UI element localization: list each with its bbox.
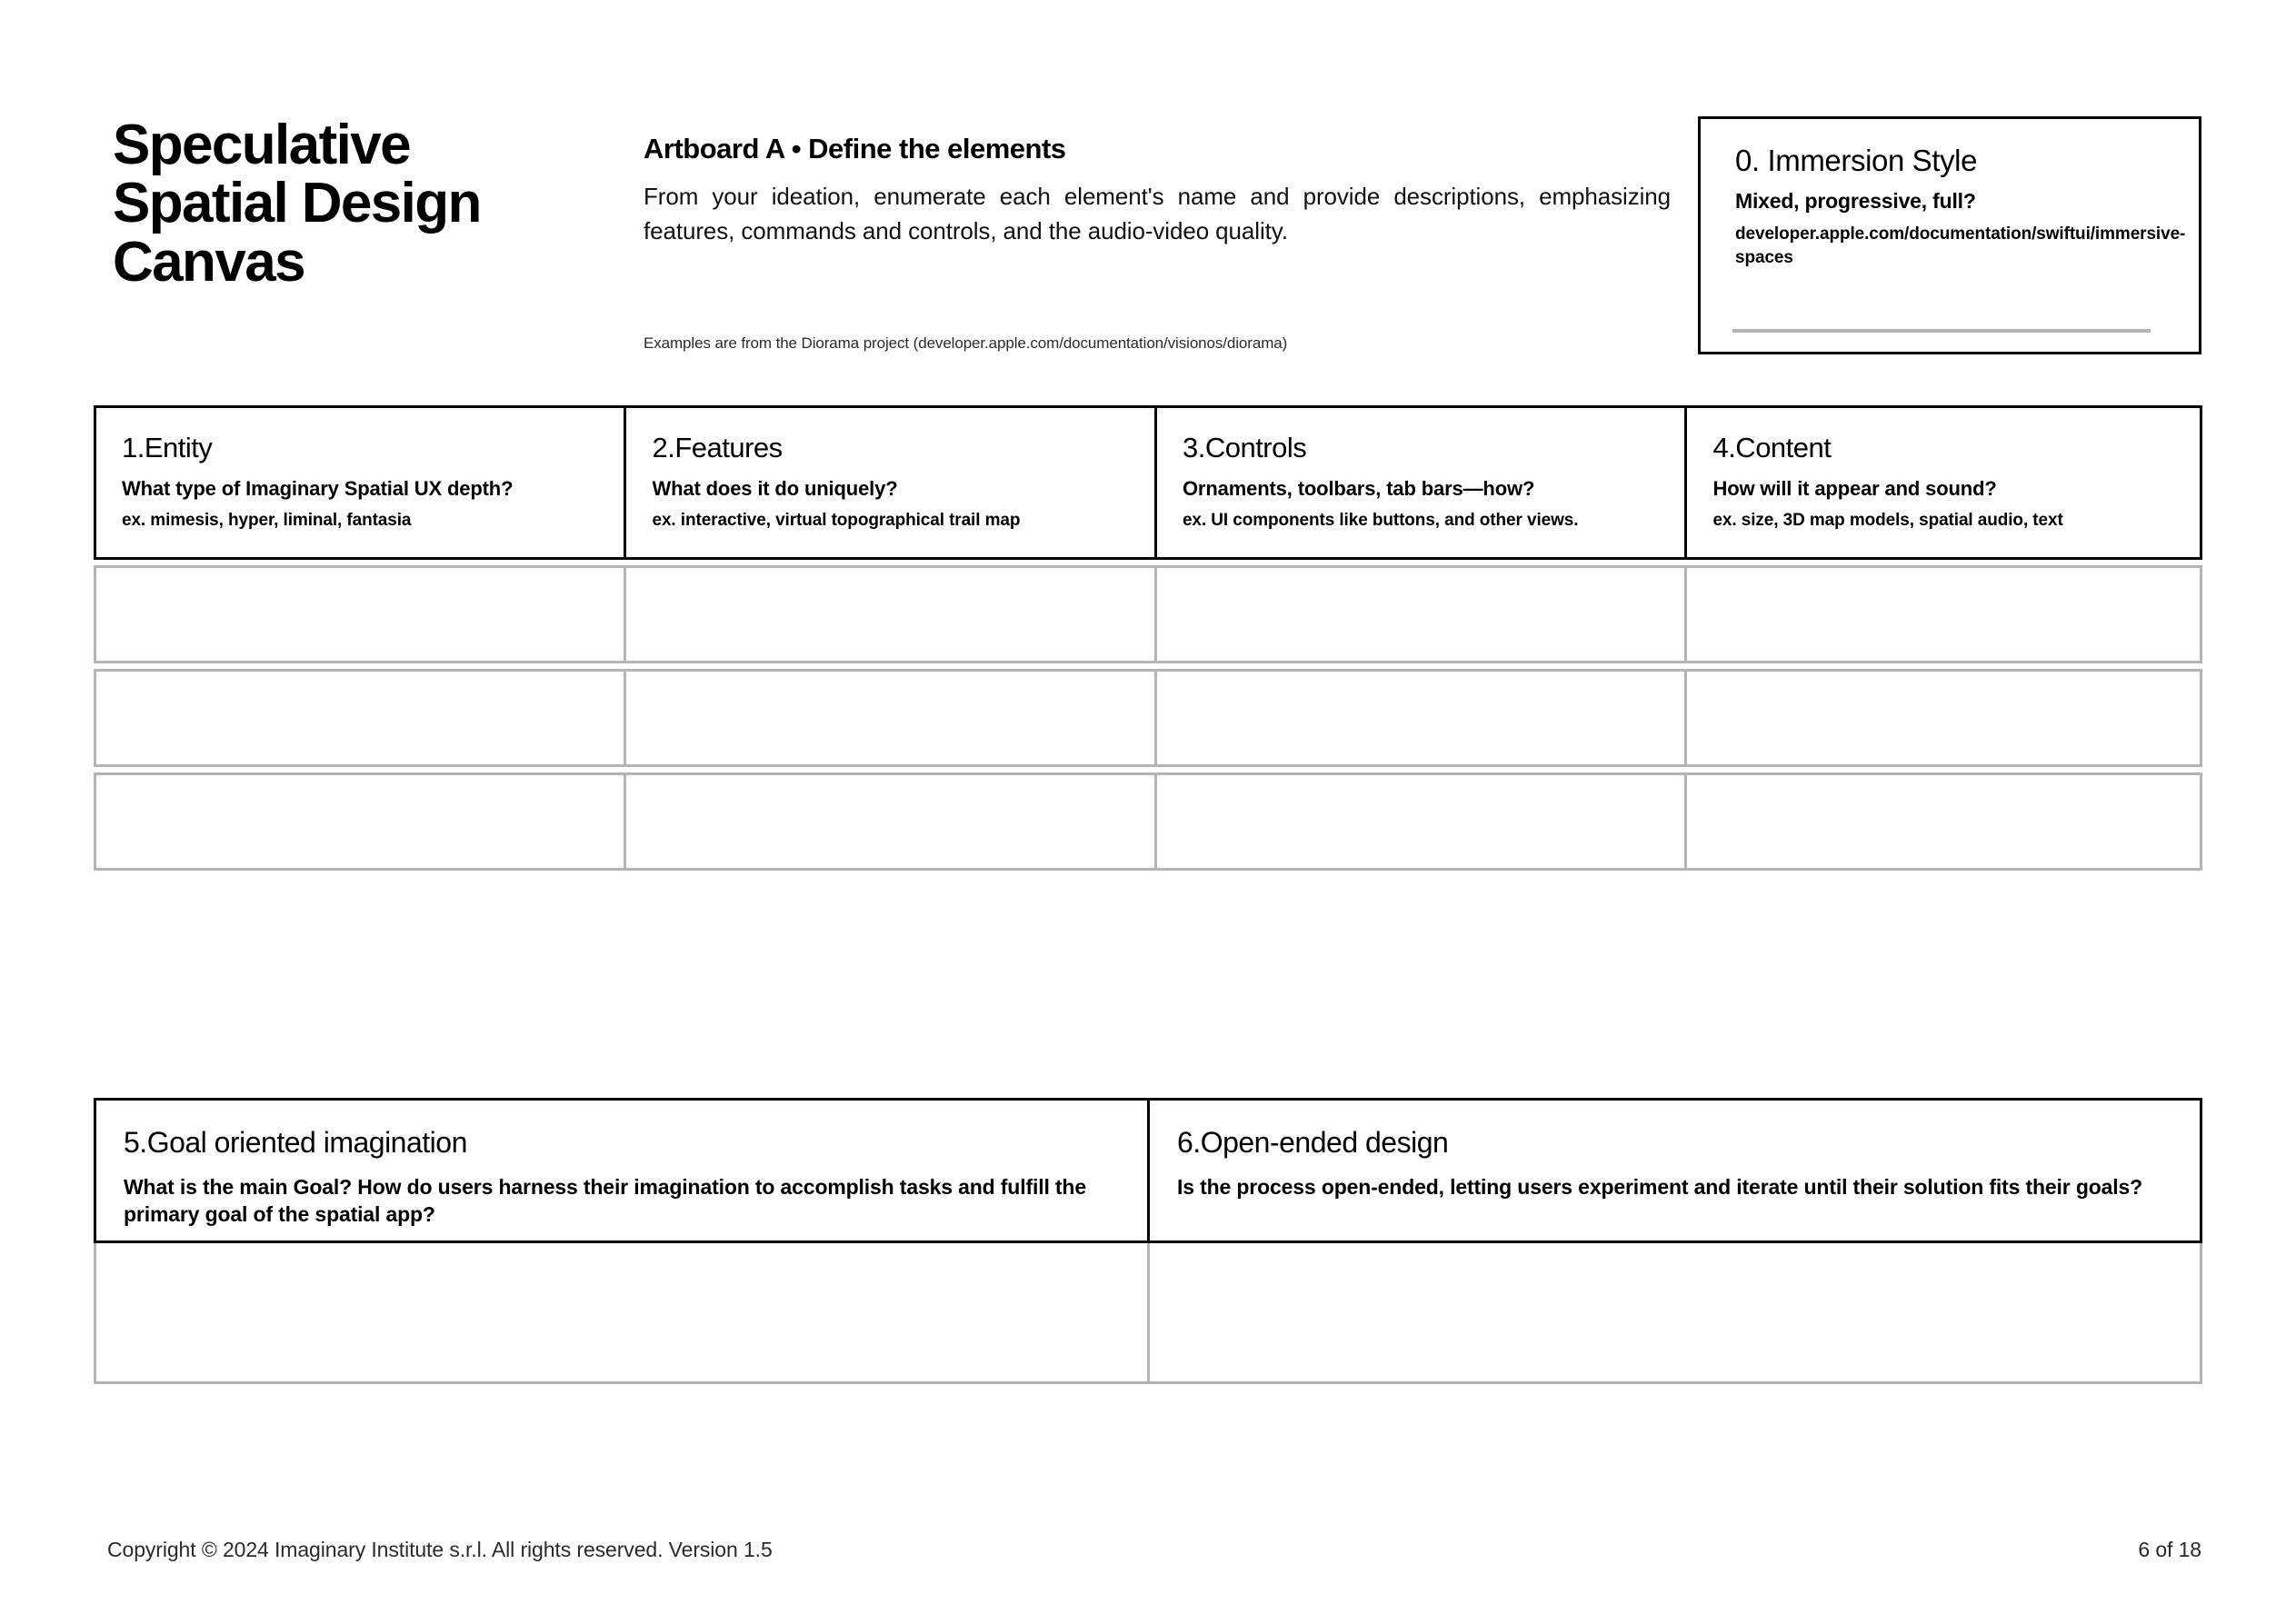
bottom-column-header-goal: 5.Goal oriented imagination What is the … bbox=[96, 1101, 1150, 1240]
table-row bbox=[94, 772, 2202, 871]
bottom-answer-row bbox=[94, 1243, 2202, 1384]
footer-copyright: Copyright © 2024 Imaginary Institute s.r… bbox=[107, 1538, 773, 1561]
grid-header-row: 1.Entity What type of Imaginary Spatial … bbox=[94, 405, 2202, 560]
grid-column-header-features: 2.Features What does it do uniquely? ex.… bbox=[626, 408, 1157, 557]
column-example: ex. UI components like buttons, and othe… bbox=[1182, 511, 1579, 531]
column-title: 1.Entity bbox=[122, 432, 213, 463]
column-title: 3.Controls bbox=[1182, 432, 1307, 463]
artboard-description: From your ideation, enumerate each eleme… bbox=[644, 183, 1671, 244]
immersion-style-subtitle: Mixed, progressive, full? bbox=[1735, 188, 1976, 213]
grid-cell-features[interactable] bbox=[626, 775, 1157, 868]
section-title: 5.Goal oriented imagination bbox=[124, 1126, 467, 1159]
artboard-intro: Artboard A • Define the elements From yo… bbox=[644, 132, 1675, 249]
page-title: Speculative Spatial Design Canvas bbox=[113, 114, 622, 294]
immersion-style-url: developer.apple.com/documentation/swiftu… bbox=[1735, 224, 2186, 267]
grid-column-header-entity: 1.Entity What type of Imaginary Spatial … bbox=[96, 408, 627, 557]
column-example: ex. size, 3D map models, spatial audio, … bbox=[1712, 511, 2063, 531]
table-row bbox=[94, 669, 2202, 767]
grid-column-header-controls: 3.Controls Ornaments, toolbars, tab bars… bbox=[1157, 408, 1688, 557]
immersion-style-title: 0. Immersion Style bbox=[1735, 144, 1978, 177]
column-title: 4.Content bbox=[1712, 432, 1832, 463]
bottom-cell-goal[interactable] bbox=[96, 1243, 1150, 1381]
column-question: Ornaments, toolbars, tab bars—how? bbox=[1182, 476, 1535, 500]
grid-cell-controls[interactable] bbox=[1157, 775, 1688, 868]
bottom-column-header-open-ended: 6.Open-ended design Is the process open-… bbox=[1150, 1101, 2200, 1240]
page-title-line-3: Canvas bbox=[113, 230, 306, 294]
column-question: What does it do uniquely? bbox=[652, 476, 898, 500]
bottom-cell-open-ended[interactable] bbox=[1150, 1243, 2200, 1381]
grid-column-header-content: 4.Content How will it appear and sound? … bbox=[1687, 408, 2200, 557]
section-question: Is the process open-ended, letting users… bbox=[1177, 1174, 2143, 1199]
grid-cell-entity[interactable] bbox=[96, 568, 627, 661]
grid-cell-content[interactable] bbox=[1687, 775, 2200, 868]
column-example: ex. interactive, virtual topographical t… bbox=[652, 511, 1021, 531]
column-question: How will it appear and sound? bbox=[1712, 476, 1997, 500]
grid-cell-content[interactable] bbox=[1687, 568, 2200, 661]
section-question: What is the main Goal? How do users harn… bbox=[124, 1174, 1086, 1227]
page-title-line-2: Spatial Design bbox=[113, 172, 482, 235]
page-title-line-1: Speculative bbox=[113, 114, 412, 176]
grid-cell-entity[interactable] bbox=[96, 775, 627, 868]
footer-page-number: 6 of 18 bbox=[2138, 1538, 2201, 1561]
bottom-header-row: 5.Goal oriented imagination What is the … bbox=[94, 1098, 2202, 1243]
immersion-style-box: 0. Immersion Style Mixed, progressive, f… bbox=[1698, 116, 2201, 354]
grid-cell-content[interactable] bbox=[1687, 672, 2200, 764]
column-title: 2.Features bbox=[652, 432, 783, 463]
artboard-note: Examples are from the Diorama project (d… bbox=[644, 334, 1288, 352]
artboard-a-grid: 1.Entity What type of Imaginary Spatial … bbox=[94, 405, 2202, 871]
bottom-sections: 5.Goal oriented imagination What is the … bbox=[94, 1098, 2202, 1384]
grid-cell-entity[interactable] bbox=[96, 672, 627, 764]
grid-cell-controls[interactable] bbox=[1157, 672, 1688, 764]
grid-cell-features[interactable] bbox=[626, 672, 1157, 764]
table-row bbox=[94, 565, 2202, 663]
artboard-title: Artboard A • Define the elements bbox=[644, 133, 1066, 164]
column-question: What type of Imaginary Spatial UX depth? bbox=[122, 476, 514, 500]
immersion-style-content: 0. Immersion Style Mixed, progressive, f… bbox=[1735, 143, 2186, 270]
canvas-page: Speculative Spatial Design Canvas Artboa… bbox=[0, 0, 2296, 1624]
section-title: 6.Open-ended design bbox=[1177, 1126, 1449, 1159]
immersion-style-write-line[interactable] bbox=[1732, 329, 2151, 333]
grid-cell-features[interactable] bbox=[626, 568, 1157, 661]
page-header: Speculative Spatial Design Canvas Artboa… bbox=[0, 0, 2296, 382]
page-footer: Copyright © 2024 Imaginary Institute s.r… bbox=[0, 1538, 2296, 1583]
grid-cell-controls[interactable] bbox=[1157, 568, 1688, 661]
column-example: ex. mimesis, hyper, liminal, fantasia bbox=[122, 511, 412, 531]
